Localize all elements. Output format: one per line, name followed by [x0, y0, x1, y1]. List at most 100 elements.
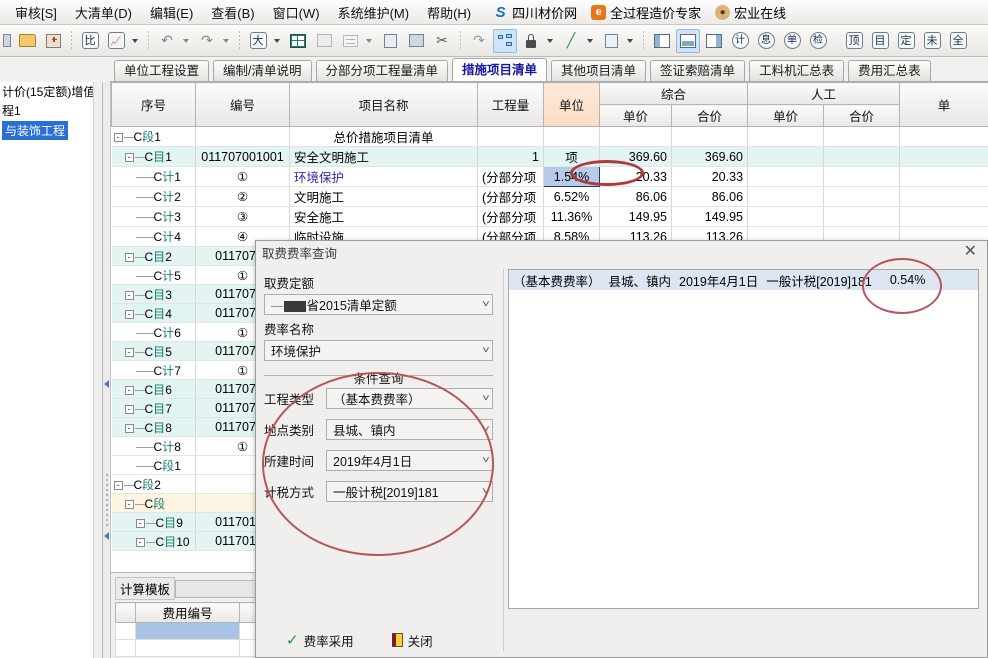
row-tree-node[interactable]: C计2 [111, 186, 196, 207]
menu-item-view[interactable]: 查看(B) [202, 0, 263, 25]
top-icon[interactable]: 顶 [842, 29, 866, 53]
lock-icon[interactable] [519, 29, 543, 53]
tab-unit-project-settings[interactable]: 单位工程设置 [114, 60, 210, 81]
row-labor-unit-price-cell[interactable] [747, 146, 825, 167]
row-quantity-cell[interactable] [477, 126, 544, 147]
row-quantity-cell[interactable]: 1 [477, 146, 544, 167]
undo-icon[interactable]: ↶ [155, 29, 179, 53]
row-name-cell[interactable]: 安全施工 [289, 206, 478, 227]
header-labor[interactable]: 人工 [747, 82, 901, 105]
menu-link-online[interactable]: ● 宏业在线 [708, 1, 793, 24]
menu-item-window[interactable]: 窗口(W) [264, 0, 329, 25]
row-labor-unit-price-cell[interactable] [747, 206, 825, 227]
row-name-cell[interactable]: 总价措施项目清单 [289, 126, 478, 147]
apply-rate-button[interactable]: ✓ 费率采用 [286, 631, 354, 650]
fee-code-row-indicator[interactable] [115, 639, 136, 657]
lock-dropdown-icon[interactable] [545, 29, 557, 53]
row-tree-node[interactable]: - C目7 [111, 398, 196, 418]
header-comprehensive-unit-price[interactable]: 单价 [599, 104, 672, 127]
row-last-cell[interactable] [899, 126, 988, 147]
splitter-grip[interactable] [106, 474, 108, 528]
tree-expander-icon[interactable]: - [124, 423, 134, 433]
row-labor-unit-price-cell[interactable] [747, 126, 825, 147]
row-quantity-cell[interactable]: (分部分项 [477, 166, 544, 187]
row-tree-node[interactable]: C计4 [111, 226, 196, 247]
row-unit-cell[interactable]: 11.36% [543, 206, 600, 227]
fee-code-header[interactable]: 费用编号 [135, 602, 240, 623]
row-last-cell[interactable] [899, 206, 988, 227]
tree-expander-icon[interactable]: - [135, 518, 145, 528]
header-last-partial[interactable]: 单 [899, 82, 988, 127]
tab-measure-item-list[interactable]: 措施项目清单 [452, 58, 548, 81]
fee-rate-query-dialog[interactable]: 取费费率查询 ✕ 取费定额 — 省2015清单定额 ˅ 费率名称 环境保护 ˅ [255, 240, 988, 658]
save-icon[interactable] [1, 29, 13, 53]
row-tree-node[interactable]: - C目6 [111, 379, 196, 399]
row-unit-cell[interactable]: 1.54% [543, 166, 600, 187]
tab-cost-summary[interactable]: 费用汇总表 [848, 60, 931, 81]
redo-dropdown-icon[interactable] [221, 29, 233, 53]
layout-right-icon[interactable] [702, 29, 726, 53]
row-comprehensive-total-price-cell[interactable] [671, 126, 749, 147]
new-doc-icon[interactable] [41, 29, 65, 53]
cut-icon[interactable]: ✂ [430, 29, 454, 53]
row-code-cell[interactable]: ③ [195, 206, 290, 227]
row-tree-node[interactable]: C计5 [111, 265, 196, 285]
splitter-collapse-arrow-top[interactable] [104, 380, 109, 388]
refresh-icon[interactable]: ↷ [467, 29, 491, 53]
tree-expander-icon[interactable]: - [124, 404, 134, 414]
table-row[interactable]: - C段1 总价措施项目清单 [111, 126, 988, 147]
row-labor-total-price-cell[interactable] [823, 186, 901, 207]
row-last-cell[interactable] [899, 166, 988, 187]
panel-splitter[interactable] [103, 82, 111, 658]
header-comprehensive-total-price[interactable]: 合价 [670, 104, 749, 127]
row-labor-unit-price-cell[interactable] [747, 166, 825, 187]
row-tree-node[interactable]: C段1 [111, 455, 196, 475]
copy-icon[interactable] [378, 29, 402, 53]
layout-left-icon[interactable] [650, 29, 674, 53]
fee-code-row-header[interactable] [115, 602, 136, 623]
tree-icon[interactable] [493, 28, 517, 53]
tree-expander-icon[interactable]: - [124, 499, 134, 509]
not-icon[interactable]: 未 [920, 29, 944, 53]
single-icon[interactable]: 单 [780, 29, 804, 53]
menu-item-edit[interactable]: 编辑(E) [141, 0, 202, 25]
row-unit-cell[interactable]: 项 [543, 146, 600, 167]
row-comprehensive-unit-price-cell[interactable]: 86.06 [599, 186, 672, 207]
compare-icon[interactable]: 比 [78, 29, 102, 53]
menu-item-help[interactable]: 帮助(H) [418, 0, 480, 25]
menu-link-expert[interactable]: e 全过程造价专家 [584, 1, 708, 24]
row-tree-node[interactable]: - C段 [111, 493, 196, 513]
menu-item-review[interactable]: 审核[S] [6, 0, 66, 25]
row-unit-cell[interactable] [543, 126, 600, 147]
row-tree-node[interactable]: - C目8 [111, 417, 196, 437]
header-labor-unit-price[interactable]: 单价 [747, 104, 825, 127]
tree-expander-icon[interactable]: - [113, 133, 123, 143]
row-name-cell[interactable]: 文明施工 [289, 186, 478, 207]
highlight-icon[interactable]: ╱ [559, 29, 583, 53]
tree-expander-icon[interactable]: - [113, 480, 123, 490]
table-row[interactable]: C计2 ② 文明施工 (分部分项 6.52% 86.06 86.06 [111, 186, 988, 207]
row-tree-node[interactable]: - C目9 [111, 512, 196, 532]
table-row[interactable]: C计3 ③ 安全施工 (分部分项 11.36% 149.95 149.95 [111, 206, 988, 227]
tab-claim-list[interactable]: 签证索赔清单 [650, 60, 746, 81]
row-tree-node[interactable]: C计6 [111, 322, 196, 342]
project-tree-selected-item[interactable]: 与装饰工程 [0, 120, 102, 141]
menu-link-sichuan[interactable]: S 四川材价网 [486, 1, 584, 24]
tab-compilation-notes[interactable]: 编制/清单说明 [213, 60, 312, 81]
tree-expander-icon[interactable]: - [124, 153, 134, 163]
fixed-icon[interactable]: 定 [894, 29, 918, 53]
open-folder-icon[interactable] [15, 29, 39, 53]
tree-expander-icon[interactable]: - [124, 347, 134, 357]
tab-itemized-quantity-list[interactable]: 分部分项工程量清单 [315, 60, 449, 81]
rate-results-list[interactable]: （基本费费率） 县城、镇内 2019年4月1日 一般计税[2019]181 0.… [508, 269, 979, 609]
tree-expander-icon[interactable]: - [124, 309, 134, 319]
header-quantity[interactable]: 工程量 [477, 82, 544, 127]
row-code-cell[interactable] [195, 126, 290, 147]
row-comprehensive-unit-price-cell[interactable]: 369.60 [599, 146, 672, 167]
splitter-collapse-arrow-bottom[interactable] [104, 532, 109, 540]
calc-icon[interactable]: 计 [728, 29, 752, 53]
row-unit-cell[interactable]: 6.52% [543, 186, 600, 207]
row-comprehensive-unit-price-cell[interactable]: 20.33 [599, 166, 672, 187]
row-code-cell[interactable]: ② [195, 186, 290, 207]
highlight-dropdown-icon[interactable] [585, 29, 597, 53]
